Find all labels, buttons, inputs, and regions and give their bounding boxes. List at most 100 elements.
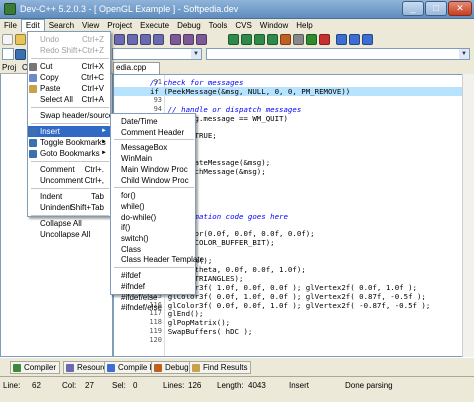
menu-item-shortcut: Ctrl+, bbox=[84, 176, 104, 185]
find-icon[interactable] bbox=[114, 34, 125, 45]
editor-tabs: edia.cpp bbox=[113, 62, 474, 74]
menu-item-label: Comment bbox=[40, 165, 75, 174]
menu-item-toggle-bookmarks[interactable]: Toggle Bookmarks ► bbox=[28, 137, 110, 148]
rebuild-icon[interactable] bbox=[267, 34, 278, 45]
insert-item-date-time[interactable]: Date/Time bbox=[111, 116, 195, 127]
insert-icon[interactable] bbox=[15, 49, 26, 60]
remove-file-icon[interactable] bbox=[196, 34, 207, 45]
menu-item-label: Indent bbox=[40, 192, 63, 201]
menu-item-collapse-all[interactable]: Collapse All bbox=[28, 218, 110, 229]
check-icon[interactable] bbox=[306, 34, 317, 45]
cancel-icon[interactable] bbox=[319, 34, 330, 45]
new-file-icon[interactable] bbox=[2, 34, 13, 45]
app-icon[interactable] bbox=[4, 3, 16, 15]
menu-item-label: Paste bbox=[40, 84, 61, 93]
status-message: Done parsing bbox=[345, 381, 393, 390]
bottom-tab-compiler[interactable]: Compiler bbox=[10, 361, 61, 374]
menu-help[interactable]: Help bbox=[292, 19, 316, 32]
tab-project[interactable]: Proj bbox=[2, 63, 16, 72]
menu-separator bbox=[31, 215, 109, 216]
replace-icon[interactable] bbox=[127, 34, 138, 45]
new-project-icon[interactable] bbox=[170, 34, 181, 45]
minimize-button[interactable]: _ bbox=[402, 1, 424, 16]
col-label: Col: bbox=[62, 381, 77, 390]
code-line[interactable]: // check for messages bbox=[150, 78, 243, 87]
insert-item-ifndef-else[interactable]: #ifndef/else bbox=[111, 302, 195, 313]
submenu-arrow-icon: ► bbox=[101, 150, 107, 156]
class-combo[interactable]: ▼ bbox=[112, 48, 202, 60]
menu-item-label: Insert bbox=[40, 127, 61, 136]
run-icon[interactable] bbox=[241, 34, 252, 45]
menu-separator bbox=[114, 267, 194, 269]
menu-item-paste[interactable]: Paste Ctrl+V bbox=[28, 83, 110, 94]
tab-file[interactable]: edia.cpp bbox=[113, 62, 160, 74]
menu-item-indent[interactable]: Indent Tab bbox=[28, 191, 110, 202]
bottom-tab-debug[interactable]: Debug bbox=[151, 361, 193, 374]
chevron-down-icon[interactable]: ▼ bbox=[191, 49, 201, 59]
menu-item-select-all[interactable]: Select All Ctrl+A bbox=[28, 94, 110, 105]
insert-item-for[interactable]: for() bbox=[111, 190, 195, 201]
vertical-scrollbar[interactable] bbox=[462, 74, 474, 357]
menu-file[interactable]: File bbox=[0, 19, 21, 32]
code-line[interactable]: SwapBuffers( hDC ); bbox=[150, 327, 253, 336]
menu-item-swap-header-source[interactable]: Swap header/source bbox=[28, 110, 113, 121]
code-line[interactable]: glPopMatrix(); bbox=[150, 318, 230, 327]
compile-icon[interactable] bbox=[228, 34, 239, 45]
menu-item-label: Redo bbox=[40, 46, 60, 55]
insert-item-ifndef[interactable]: #ifndef bbox=[111, 281, 195, 292]
open-icon[interactable] bbox=[15, 34, 26, 45]
insert-item-ifdef-else[interactable]: #ifdef/else bbox=[111, 292, 195, 303]
menu-item-label: Copy bbox=[40, 73, 59, 82]
menu-item-uncomment[interactable]: Uncomment Ctrl+, bbox=[28, 175, 110, 186]
insert-item-while[interactable]: while() bbox=[111, 201, 195, 212]
menu-item-redo[interactable]: Redo Shift+Ctrl+Z bbox=[28, 45, 110, 56]
edit-menu: Undo Ctrl+Z Redo Shift+Ctrl+Z Cut Ctrl+X Copy C… bbox=[27, 31, 113, 239]
about-icon[interactable] bbox=[362, 34, 373, 45]
copy-icon bbox=[29, 74, 37, 82]
menu-item-uncollapse-all[interactable]: Uncollapse All bbox=[28, 229, 110, 240]
insert-item-winmain[interactable]: WinMain bbox=[111, 153, 195, 164]
insert-item-messagebox[interactable]: MessageBox bbox=[111, 142, 195, 153]
menu-execute[interactable]: Execute bbox=[136, 19, 173, 32]
insert-item-switch[interactable]: switch() bbox=[111, 233, 195, 244]
help-icon[interactable] bbox=[349, 34, 360, 45]
menu-item-insert[interactable]: Insert ► bbox=[28, 126, 110, 137]
menu-tools[interactable]: Tools bbox=[205, 19, 232, 32]
chevron-down-icon[interactable]: ▼ bbox=[459, 49, 469, 59]
project-options-icon[interactable] bbox=[293, 34, 304, 45]
menu-item-label: Cut bbox=[40, 62, 53, 71]
close-button[interactable]: ✕ bbox=[448, 1, 472, 16]
member-combo[interactable]: ▼ bbox=[206, 48, 470, 60]
menu-debug[interactable]: Debug bbox=[173, 19, 205, 32]
debug-icon[interactable] bbox=[280, 34, 291, 45]
compile-run-icon[interactable] bbox=[254, 34, 265, 45]
menu-item-shortcut: Tab bbox=[91, 192, 104, 201]
maximize-button[interactable]: □ bbox=[425, 1, 447, 16]
insert-item-do-while[interactable]: do-while() bbox=[111, 212, 195, 223]
insert-item-class[interactable]: Class bbox=[111, 244, 195, 255]
goto-line-icon[interactable] bbox=[153, 34, 164, 45]
menu-item-comment[interactable]: Comment Ctrl+. bbox=[28, 164, 110, 175]
col-value: 27 bbox=[85, 381, 94, 390]
insert-mode: Insert bbox=[289, 381, 310, 390]
insert-item-comment-header[interactable]: Comment Header bbox=[111, 127, 195, 138]
menu-item-cut[interactable]: Cut Ctrl+X bbox=[28, 61, 110, 72]
insert-item-main-window-proc[interactable]: Main Window Proc bbox=[111, 164, 195, 175]
menu-cvs[interactable]: CVS bbox=[231, 19, 255, 32]
menu-item-undo[interactable]: Undo Ctrl+Z bbox=[28, 34, 110, 45]
menu-item-shortcut: Shift+Ctrl+Z bbox=[61, 46, 104, 55]
code-line[interactable]: if (PeekMessage(&msg, NULL, 0, 0, PM_REM… bbox=[150, 87, 350, 96]
info-icon[interactable] bbox=[336, 34, 347, 45]
insert-item-child-window-proc[interactable]: Child Window Proc bbox=[111, 175, 195, 186]
menu-item-copy[interactable]: Copy Ctrl+C bbox=[28, 72, 110, 83]
menu-item-goto-bookmarks[interactable]: Goto Bookmarks ► bbox=[28, 148, 110, 159]
menu-window[interactable]: Window bbox=[256, 19, 292, 32]
insert-item-if[interactable]: if() bbox=[111, 222, 195, 233]
add-file-icon[interactable] bbox=[183, 34, 194, 45]
insert-item-class-header-template[interactable]: Class Header Template bbox=[111, 254, 204, 265]
menu-item-unindent[interactable]: Unindent Shift+Tab bbox=[28, 202, 110, 213]
tool-icon-button[interactable] bbox=[2, 48, 14, 60]
insert-item-ifdef[interactable]: #ifdef bbox=[111, 270, 195, 281]
bottom-tab-find-results[interactable]: Find Results bbox=[189, 361, 252, 374]
find-next-icon[interactable] bbox=[140, 34, 151, 45]
